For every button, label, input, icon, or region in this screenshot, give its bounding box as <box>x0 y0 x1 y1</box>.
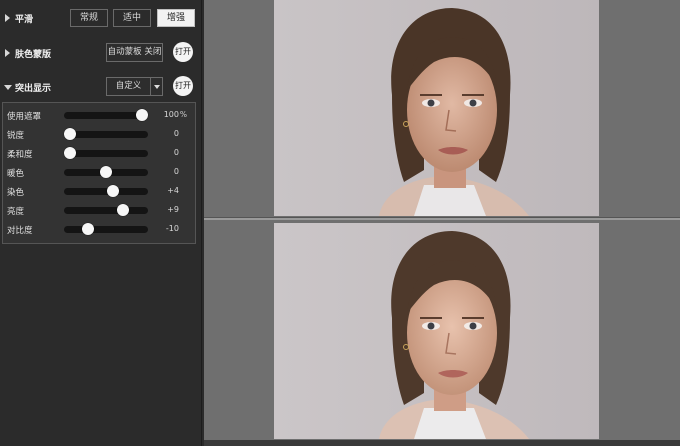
smooth-option-normal[interactable]: 常规 <box>70 9 108 27</box>
expand-arrow-icon[interactable] <box>5 49 10 57</box>
slider-thumb[interactable] <box>116 204 129 216</box>
preview-before[interactable] <box>204 0 680 217</box>
canvas-bottom-bar <box>204 440 680 446</box>
smooth-option-enhanced[interactable]: 增强 <box>157 9 195 27</box>
slider-label: 柔和度 <box>7 150 33 160</box>
smooth-title: 平滑 <box>15 15 34 25</box>
slider-thumb[interactable] <box>64 128 76 140</box>
smooth-option-medium[interactable]: 适中 <box>113 9 151 27</box>
slider-track[interactable] <box>64 185 148 197</box>
slider-thumb[interactable] <box>82 223 94 235</box>
slider-value: 0 <box>173 148 179 157</box>
slider-row-contrast: 对比度 -10 <box>3 221 195 239</box>
slider-value: -10 <box>165 224 179 233</box>
slider-row-mask: 使用遮罩 100 % <box>3 107 195 125</box>
slider-row-softness: 柔和度 0 <box>3 145 195 163</box>
slider-track[interactable] <box>64 147 148 159</box>
skin-mask-title: 肤色蒙版 <box>15 50 52 60</box>
highlight-open-button[interactable]: 打开 <box>173 76 193 96</box>
adjustment-panel: 平滑 常规 适中 增强 肤色蒙版 自动蒙板 关闭 打开 突出显示 自定义 打开 … <box>0 0 202 446</box>
slider-row-warmth: 暖色 0 <box>3 164 195 182</box>
portrait-photo-after <box>274 223 599 439</box>
slider-thumb[interactable] <box>136 109 148 121</box>
slider-thumb[interactable] <box>64 147 76 159</box>
slider-label: 对比度 <box>7 226 33 236</box>
slider-value: +9 <box>167 205 179 214</box>
slider-label: 染色 <box>7 188 25 198</box>
collapse-arrow-icon[interactable] <box>4 85 12 90</box>
slider-track[interactable] <box>64 204 148 216</box>
highlight-section-header[interactable]: 突出显示 <box>0 76 202 98</box>
slider-track[interactable] <box>64 223 148 235</box>
slider-track[interactable] <box>64 166 148 178</box>
chevron-down-icon[interactable] <box>150 78 162 95</box>
slider-label: 使用遮罩 <box>7 112 42 122</box>
slider-thumb[interactable] <box>107 185 120 197</box>
slider-thumb[interactable] <box>100 166 112 178</box>
expand-arrow-icon[interactable] <box>5 14 10 22</box>
preview-canvas[interactable] <box>204 0 680 446</box>
highlight-preset-value: 自定义 <box>115 81 142 91</box>
slider-unit: % <box>179 110 187 119</box>
slider-value: 100 <box>163 110 179 119</box>
slider-value: +4 <box>167 186 179 195</box>
slider-label: 亮度 <box>7 207 25 217</box>
highlight-title: 突出显示 <box>15 84 52 94</box>
auto-mask-toggle-button[interactable]: 自动蒙板 关闭 <box>106 43 163 62</box>
slider-track[interactable] <box>64 128 148 140</box>
highlight-preset-dropdown[interactable]: 自定义 <box>106 77 163 96</box>
skin-mask-section-header[interactable]: 肤色蒙版 <box>0 42 202 64</box>
slider-row-brightness: 亮度 +9 <box>3 202 195 220</box>
skin-mask-open-button[interactable]: 打开 <box>173 42 193 62</box>
slider-value: 0 <box>173 167 179 176</box>
preview-after[interactable] <box>204 220 680 440</box>
slider-label: 暖色 <box>7 169 25 179</box>
slider-label: 锐度 <box>7 131 25 141</box>
portrait-photo-before <box>274 0 599 216</box>
slider-track[interactable] <box>64 109 148 121</box>
highlight-sliders-box: 使用遮罩 100 % 锐度 0 柔和度 0 暖色 0 染色 +4 亮度 +9 对… <box>2 102 196 244</box>
slider-row-tint: 染色 +4 <box>3 183 195 201</box>
slider-value: 0 <box>173 129 179 138</box>
slider-row-sharpness: 锐度 0 <box>3 126 195 144</box>
